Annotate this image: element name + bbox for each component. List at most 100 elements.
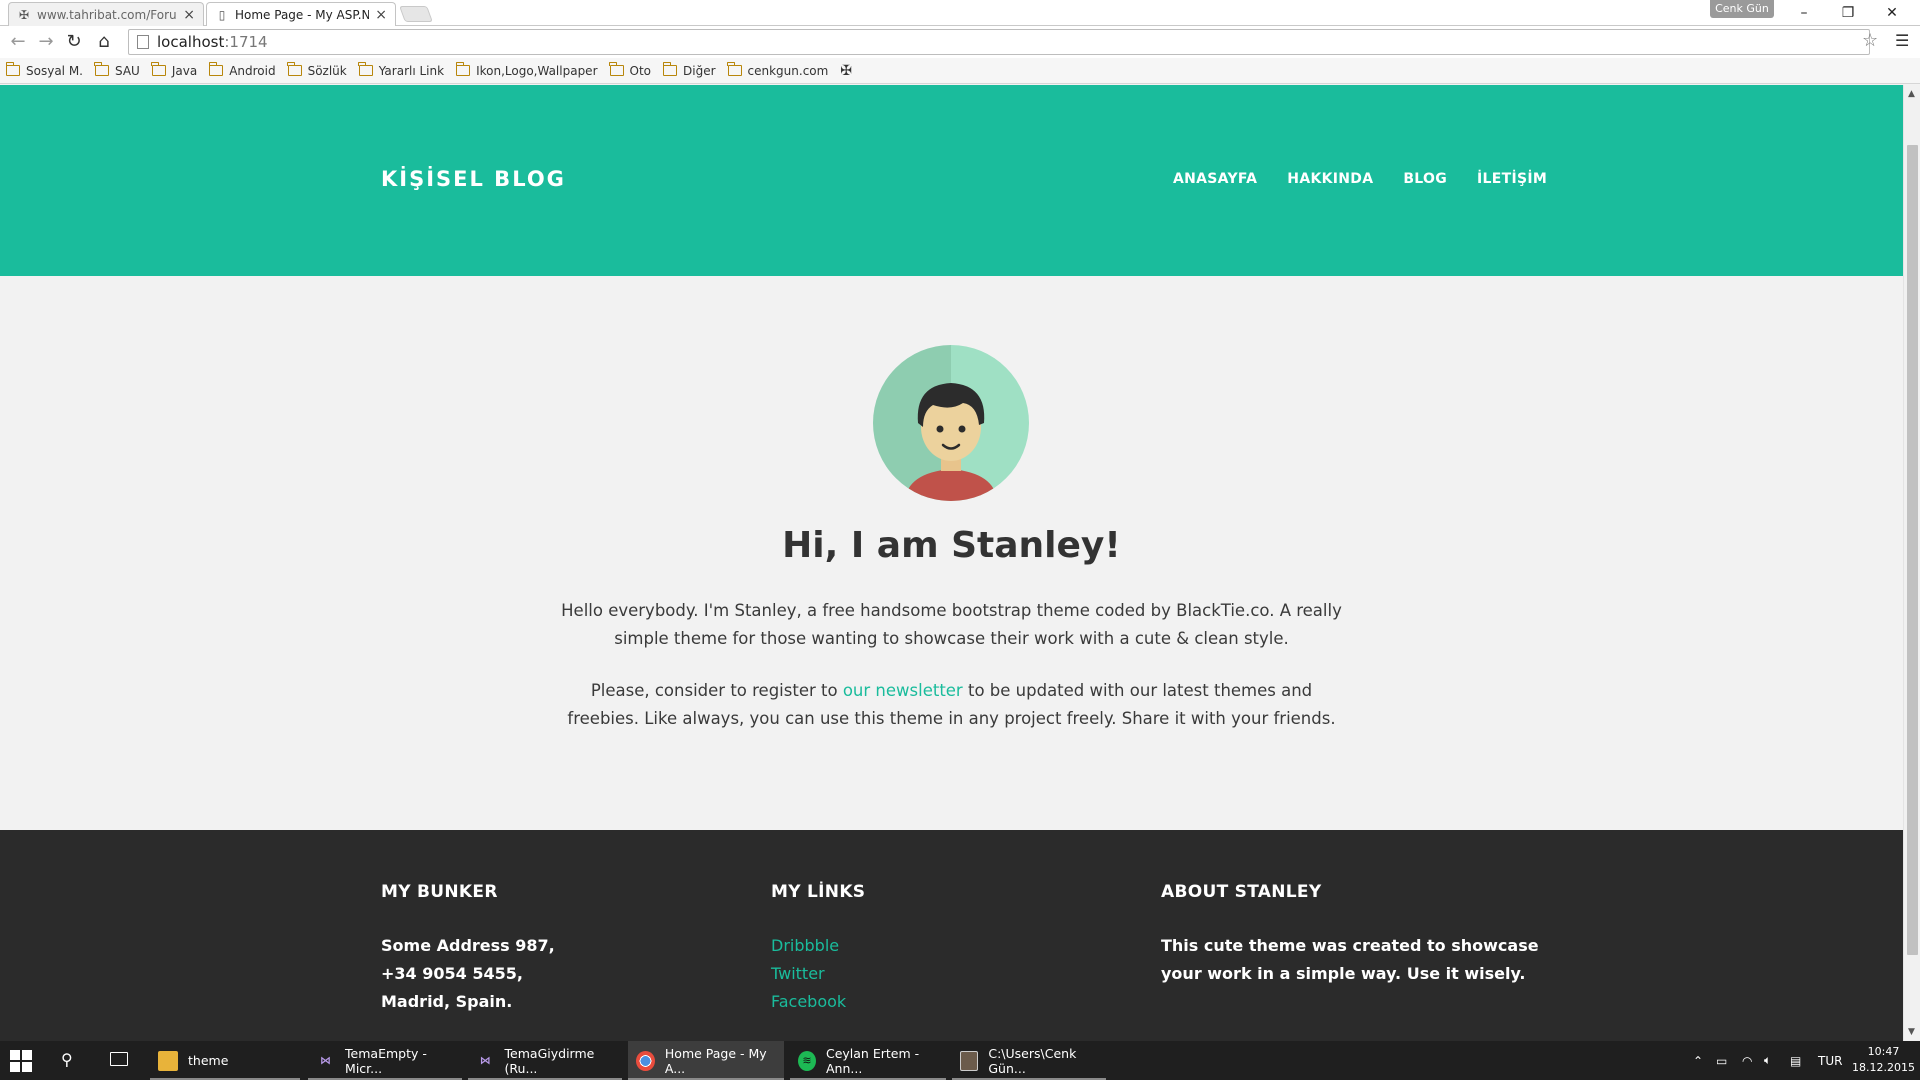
folder-icon xyxy=(727,62,742,76)
url-host: localhost xyxy=(157,33,225,51)
taskbar-item-chrome[interactable]: Home Page - My A... xyxy=(628,1041,784,1080)
windows-start-icon[interactable] xyxy=(10,1050,32,1072)
restore-icon[interactable]: ❐ xyxy=(1826,0,1870,26)
footer-links: MY LİNKS Dribbble Twitter Facebook xyxy=(771,882,865,1016)
bookmark-folder[interactable]: Sosyal M. xyxy=(5,62,83,78)
taskbar-item-terminal[interactable]: C:\Users\Cenk Gün... xyxy=(952,1041,1106,1080)
folder-icon xyxy=(94,62,109,76)
screen: ✠ www.tahribat.com/Forum/ × ▯ Home Page … xyxy=(0,0,1920,1080)
page-title: Hi, I am Stanley! xyxy=(782,525,1121,566)
bookmark-label: Diğer xyxy=(683,63,716,78)
bookmark-folder[interactable]: Diğer xyxy=(662,62,716,78)
scrollbar-thumb[interactable] xyxy=(1907,145,1918,955)
taskbar-label: theme xyxy=(188,1053,229,1068)
bookmark-star-icon[interactable]: ☆ xyxy=(1862,30,1878,51)
scroll-up-icon[interactable]: ▲ xyxy=(1908,89,1915,99)
action-center-icon[interactable]: ▤ xyxy=(1790,1041,1801,1080)
visual-studio-icon: ⋈ xyxy=(320,1053,332,1067)
taskbar-item-temagiydirme[interactable]: ⋈ TemaGiydirme (Ru... xyxy=(468,1041,622,1080)
minimize-icon[interactable]: – xyxy=(1782,0,1826,26)
nav-item-blog[interactable]: BLOG xyxy=(1403,171,1447,187)
taskbar-item-theme[interactable]: theme xyxy=(150,1041,300,1080)
folder-icon xyxy=(287,62,302,76)
footer-heading: MY LİNKS xyxy=(771,882,866,902)
bookmark-folder[interactable]: Ikon,Logo,Wallpaper xyxy=(455,62,598,78)
volume-icon[interactable]: 🔈︎ xyxy=(1764,1041,1771,1080)
bookmark-label: Java xyxy=(171,63,198,78)
footer-link-dribbble[interactable]: Dribbble xyxy=(771,932,865,960)
wifi-icon[interactable]: ◠ xyxy=(1742,1041,1752,1080)
taskbar-label: Ceylan Ertem - Ann... xyxy=(825,1045,920,1076)
bookmark-folder[interactable]: cenkgun.com xyxy=(727,62,829,78)
bookmark-label: cenkgun.com xyxy=(747,63,829,78)
visual-studio-icon: ⋈ xyxy=(479,1053,491,1067)
folder-icon xyxy=(151,62,166,76)
footer-heading: ABOUT STANLEY xyxy=(1161,882,1322,902)
search-icon[interactable]: ⚲ xyxy=(61,1050,73,1069)
chrome-icon xyxy=(636,1050,655,1071)
nav-item-anasayfa[interactable]: ANASAYFA xyxy=(1173,171,1257,187)
spotify-icon: ≋ xyxy=(798,1050,816,1071)
newsletter-text-before: Please, consider to register to xyxy=(590,681,843,700)
profile-button[interactable]: Cenk Gün xyxy=(1710,0,1774,18)
site-header: KİŞİSEL BLOG ANASAYFA HAKKINDA BLOG İLET… xyxy=(0,85,1903,276)
city-line: Madrid, Spain. xyxy=(381,992,513,1011)
bookmarks-bar: Sosyal M. SAU Java Android Sözlük Yararl… xyxy=(0,58,1920,84)
task-view-icon[interactable] xyxy=(110,1052,128,1066)
forward-icon[interactable]: → xyxy=(34,30,58,54)
back-icon[interactable]: ← xyxy=(6,30,30,54)
close-icon[interactable]: × xyxy=(375,7,387,23)
close-icon[interactable]: × xyxy=(183,7,195,23)
bookmark-folder[interactable]: Sözlük xyxy=(287,62,347,78)
footer-heading: MY BUNKER xyxy=(381,882,498,902)
page-scrollbar[interactable]: ▲ ▼ xyxy=(1903,85,1920,1041)
bookmark-site[interactable]: ✠ xyxy=(840,63,852,79)
reload-icon[interactable]: ↻ xyxy=(62,30,86,54)
taskbar-label: TemaGiydirme (Ru... xyxy=(504,1045,595,1076)
newsletter-link[interactable]: our newsletter xyxy=(843,681,963,700)
bookmark-label: Ikon,Logo,Wallpaper xyxy=(476,63,598,78)
show-hidden-icons-icon[interactable]: ⌃ xyxy=(1693,1041,1703,1080)
clock-time: 10:47 xyxy=(1867,1045,1900,1058)
address-bar[interactable]: localhost:1714 xyxy=(128,29,1870,55)
bookmark-folder[interactable]: Java xyxy=(151,62,198,78)
footer-link-facebook[interactable]: Facebook xyxy=(771,988,865,1016)
footer-about: ABOUT STANLEY This cute theme was create… xyxy=(1161,882,1539,988)
bookmark-folder[interactable]: Oto xyxy=(609,62,652,78)
bookmark-folder[interactable]: Yararlı Link xyxy=(358,62,444,78)
folder-icon xyxy=(358,62,373,76)
new-tab-button[interactable] xyxy=(399,6,433,22)
clock-date: 18.12.2015 xyxy=(1852,1061,1915,1074)
taskbar-item-spotify[interactable]: ≋ Ceylan Ertem - Ann... xyxy=(790,1041,946,1080)
avatar xyxy=(873,345,1029,501)
bookmark-label: Sosyal M. xyxy=(26,63,83,78)
bookmark-label: Sözlük xyxy=(307,63,347,78)
avatar-illustration xyxy=(873,345,1029,501)
system-clock[interactable]: 10:47 18.12.2015 xyxy=(1852,1044,1915,1076)
folder-icon xyxy=(609,62,624,76)
footer-link-twitter[interactable]: Twitter xyxy=(771,960,865,988)
menu-icon[interactable]: ☰ xyxy=(1895,31,1909,50)
scroll-down-icon[interactable]: ▼ xyxy=(1908,1027,1915,1037)
browser-tabstrip: ✠ www.tahribat.com/Forum/ × ▯ Home Page … xyxy=(0,0,1920,26)
bookmark-folder[interactable]: SAU xyxy=(94,62,140,78)
folder-icon xyxy=(158,1050,178,1071)
page-viewport: KİŞİSEL BLOG ANASAYFA HAKKINDA BLOG İLET… xyxy=(0,85,1903,1041)
terminal-icon xyxy=(960,1050,979,1071)
input-language[interactable]: TUR xyxy=(1818,1041,1842,1080)
bookmark-folder[interactable]: Android xyxy=(208,62,276,78)
newsletter-paragraph: Please, consider to register to our news… xyxy=(555,677,1348,733)
page-icon xyxy=(137,35,149,49)
tab-home-page[interactable]: ▯ Home Page - My ASP.NET × xyxy=(206,2,396,26)
close-window-icon[interactable]: ✕ xyxy=(1870,0,1914,26)
taskbar-label: Home Page - My A... xyxy=(664,1045,767,1076)
site-brand[interactable]: KİŞİSEL BLOG xyxy=(381,167,566,191)
home-icon[interactable]: ⌂ xyxy=(92,30,116,54)
bookmark-label: Android xyxy=(229,63,276,78)
nav-item-hakkinda[interactable]: HAKKINDA xyxy=(1287,171,1373,187)
taskbar-item-temaempty[interactable]: ⋈ TemaEmpty - Micr... xyxy=(308,1041,462,1080)
battery-icon[interactable]: ▭ xyxy=(1716,1041,1727,1080)
bookmark-label: Oto xyxy=(629,63,652,78)
tab-tahribat[interactable]: ✠ www.tahribat.com/Forum/ × xyxy=(8,2,204,26)
nav-item-iletisim[interactable]: İLETİŞİM xyxy=(1477,171,1547,187)
